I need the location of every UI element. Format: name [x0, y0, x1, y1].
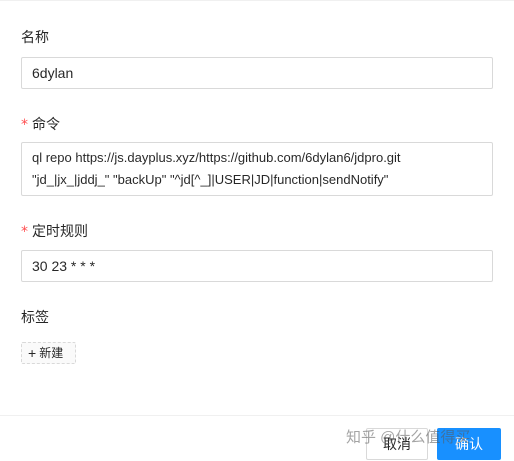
top-divider	[0, 0, 514, 1]
command-line-2: "jd_|jx_|jddj_" "backUp" "^jd[^_]|USER|J…	[32, 172, 389, 187]
task-edit-modal: 名称 6dylan * 命令 ql repo https://js.dayplus…	[0, 0, 514, 461]
add-tag-button[interactable]: + 新建	[21, 342, 76, 364]
command-label: * 命令	[21, 116, 60, 133]
confirm-button[interactable]: 确认	[437, 428, 501, 460]
command-textarea[interactable]: ql repo https://js.dayplus.xyz/https://g…	[21, 142, 493, 196]
required-mark: *	[21, 224, 28, 240]
schedule-input[interactable]: 30 23 * * *	[21, 250, 493, 282]
command-line-1: ql repo https://js.dayplus.xyz/https://g…	[32, 150, 401, 165]
tags-label: 标签	[21, 309, 49, 325]
cancel-button[interactable]: 取消	[366, 428, 428, 460]
schedule-label: * 定时规则	[21, 223, 88, 240]
required-mark: *	[21, 117, 28, 133]
add-tag-label: 新建	[39, 346, 64, 360]
name-input[interactable]: 6dylan	[21, 57, 493, 89]
plus-icon: +	[28, 345, 37, 361]
name-label: 名称	[21, 29, 49, 45]
footer-divider	[0, 415, 514, 416]
